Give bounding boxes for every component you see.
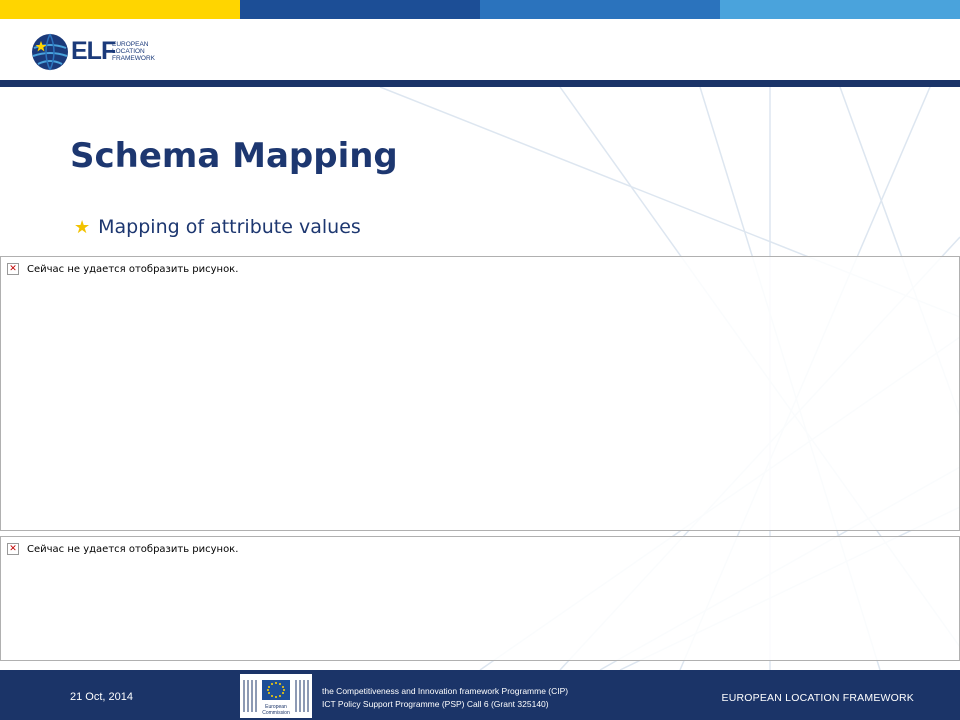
top-bar-light-blue: [720, 0, 960, 19]
footer-date: 21 Oct, 2014: [70, 691, 133, 703]
slide-footer: 21 Oct, 2014 European Commission the Com…: [0, 670, 960, 720]
logo-subtitle-line: LOCATION: [112, 48, 145, 55]
footer-organisation-name: EUROPEAN LOCATION FRAMEWORK: [721, 692, 914, 704]
top-bar-yellow: [0, 0, 240, 19]
image-error-message: Сейчас не удается отобразить рисунок.: [27, 543, 239, 555]
european-commission-logo: European Commission: [240, 674, 312, 718]
ec-label-2: Commission: [262, 710, 290, 716]
image-error: ✕ Сейчас не удается отобразить рисунок.: [7, 263, 238, 275]
star-bullet-icon: ★: [74, 217, 91, 237]
logo-subtitle-line: EUROPEAN: [112, 41, 149, 48]
top-color-bar: [0, 0, 960, 19]
bullet-item: ★ Mapping of attribute values: [74, 216, 361, 238]
header-divider: [0, 80, 960, 87]
elf-logo: ELF EUROPEAN LOCATION FRAMEWORK: [30, 32, 160, 72]
slide-title: Schema Mapping: [70, 136, 398, 176]
image-error-message: Сейчас не удается отобразить рисунок.: [27, 263, 239, 275]
image-error: ✕ Сейчас не удается отобразить рисунок.: [7, 543, 238, 555]
programme-line: ICT Policy Support Programme (PSP) Call …: [322, 699, 549, 709]
image-placeholder: ✕ Сейчас не удается отобразить рисунок.: [0, 256, 960, 531]
logo-subtitle-line: FRAMEWORK: [112, 55, 155, 62]
slide-header: ELF EUROPEAN LOCATION FRAMEWORK: [0, 19, 960, 80]
logo-subtitle: EUROPEAN LOCATION FRAMEWORK: [112, 41, 172, 62]
footer-programme-info: the Competitiveness and Innovation frame…: [322, 685, 568, 711]
globe-star-icon: [32, 33, 68, 71]
broken-image-icon: ✕: [7, 543, 19, 555]
broken-image-icon: ✕: [7, 263, 19, 275]
image-placeholder: ✕ Сейчас не удается отобразить рисунок.: [0, 536, 960, 661]
programme-line: the Competitiveness and Innovation frame…: [322, 686, 569, 696]
top-bar-blue: [480, 0, 720, 19]
logo-text: ELF: [71, 37, 116, 65]
top-bar-dark-blue: [240, 0, 480, 19]
bullet-text: Mapping of attribute values: [98, 216, 361, 238]
